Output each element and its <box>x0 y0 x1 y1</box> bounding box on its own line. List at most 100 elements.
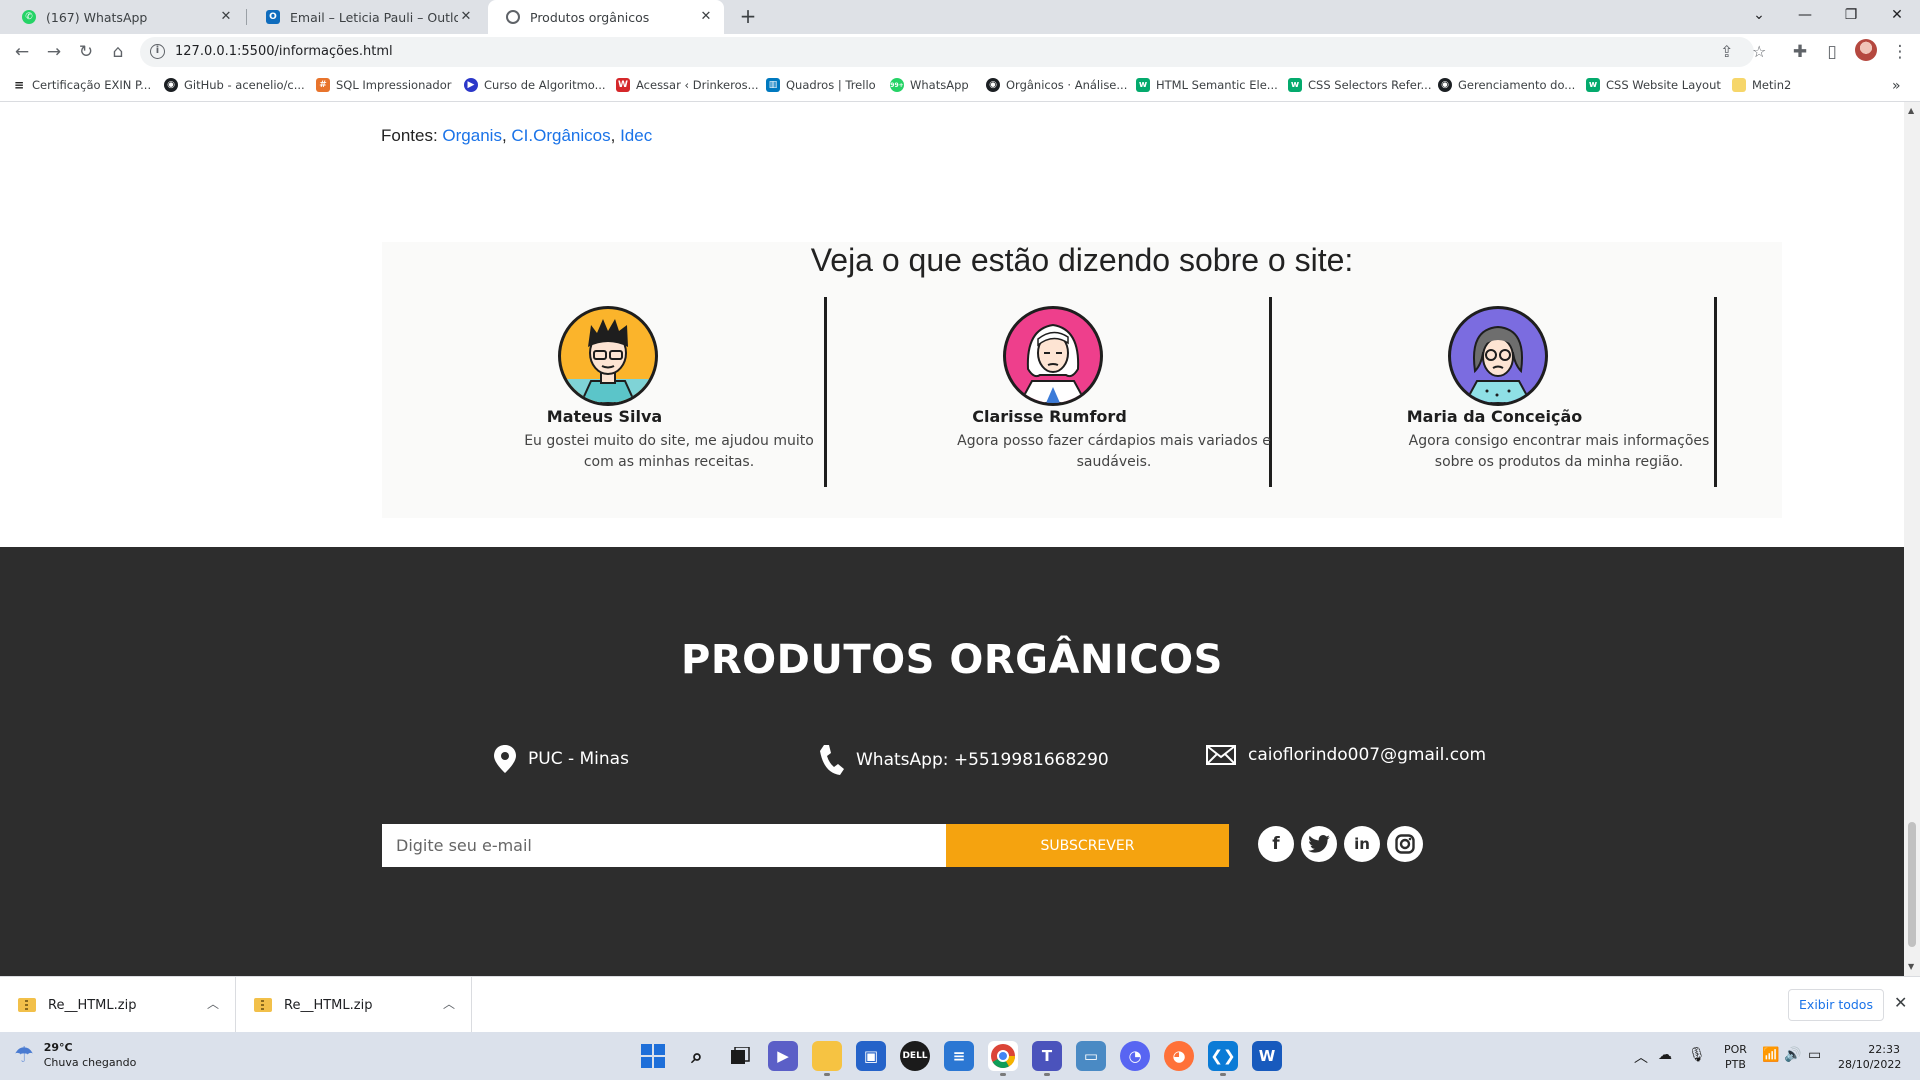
bookmark-item[interactable]: Metin2 <box>1732 78 1791 92</box>
bookmark-item[interactable]: ▥ Quadros | Trello <box>766 78 876 92</box>
remote-desktop-icon[interactable]: ▭ <box>1076 1041 1106 1071</box>
download-item[interactable]: Re__HTML.zip ︿ <box>236 977 472 1033</box>
bookmark-item[interactable]: w CSS Website Layout <box>1586 78 1721 92</box>
twitter-icon[interactable] <box>1301 826 1337 862</box>
home-icon[interactable]: ⌂ <box>106 40 130 64</box>
teams-icon[interactable]: T <box>1032 1041 1062 1076</box>
download-shelf: Re__HTML.zip ︿ Re__HTML.zip ︿ Exibir tod… <box>0 976 1920 1033</box>
microphone-icon[interactable]: 🎙 <box>1688 1047 1706 1063</box>
bookmark-item[interactable]: # SQL Impressionador <box>316 78 451 92</box>
bookmark-item[interactable]: W Acessar ‹ Drinkeros... <box>616 78 759 92</box>
close-icon[interactable]: ✕ <box>1894 993 1907 1012</box>
volume-icon[interactable]: 🔊 <box>1784 1047 1801 1063</box>
reload-icon[interactable]: ↻ <box>74 40 98 64</box>
close-window-icon[interactable]: ✕ <box>1874 0 1920 30</box>
word-icon[interactable]: W <box>1252 1041 1282 1071</box>
facebook-icon[interactable]: f <box>1258 826 1294 862</box>
newsletter-email-input[interactable] <box>382 824 946 867</box>
extensions-icon[interactable]: ✚ <box>1788 40 1812 64</box>
footer-brand: PRODUTOS ORGÂNICOS <box>681 637 1223 683</box>
firefox-icon[interactable]: ◕ <box>1164 1041 1194 1071</box>
tab-search-icon[interactable]: ⌄ <box>1736 0 1782 30</box>
close-icon[interactable]: ✕ <box>698 9 714 25</box>
minimize-icon[interactable]: — <box>1782 0 1828 30</box>
bookmark-star-icon[interactable]: ☆ <box>1752 42 1766 61</box>
teams-chat-icon[interactable]: ▶ <box>768 1041 798 1071</box>
source-link-ciorganicos[interactable]: CI.Orgânicos <box>511 126 610 145</box>
restore-icon[interactable]: ❐ <box>1828 0 1874 30</box>
bookmark-item[interactable]: 99+ WhatsApp <box>890 78 969 92</box>
linkedin-icon[interactable]: in <box>1344 826 1380 862</box>
file-explorer-icon[interactable] <box>812 1041 842 1076</box>
weather-widget[interactable]: ☂ 29°C Chuva chegando <box>14 1040 136 1070</box>
chevron-up-icon[interactable]: ︿ <box>443 995 455 1012</box>
newsletter-form: SUBSCREVER <box>382 824 1229 867</box>
tab-title: (167) WhatsApp <box>46 9 148 25</box>
sources-line: Fontes: Organis, CI.Orgânicos, Idec <box>381 126 653 145</box>
task-view-icon[interactable] <box>726 1041 756 1071</box>
w3schools-icon: w <box>1136 78 1150 92</box>
browser-toolbar: ← → ↻ ⌂ i 127.0.0.1:5500/informações.htm… <box>0 34 1920 70</box>
scrollbar-thumb[interactable] <box>1908 822 1916 947</box>
bookmark-item[interactable]: ◉ Orgânicos · Análise... <box>986 78 1127 92</box>
site-info-icon[interactable]: i <box>150 44 165 59</box>
subscribe-button[interactable]: SUBSCREVER <box>946 824 1229 867</box>
bookmark-item[interactable]: ◉ Gerenciamento do... <box>1438 78 1575 92</box>
bookmark-label: SQL Impressionador <box>336 78 452 92</box>
battery-icon[interactable]: ▭ <box>1808 1047 1821 1063</box>
close-icon[interactable]: ✕ <box>218 9 234 25</box>
bookmark-item[interactable]: w CSS Selectors Refer... <box>1288 78 1432 92</box>
close-icon[interactable]: ✕ <box>458 9 474 25</box>
chevron-up-icon[interactable]: ︿ <box>207 995 219 1012</box>
github-icon: ◉ <box>1438 78 1452 92</box>
testimonials-title: Veja o que estão dizendo sobre o site: <box>810 242 1354 278</box>
input-language[interactable]: POR PTB <box>1724 1042 1747 1072</box>
clock[interactable]: 22:33 28/10/2022 <box>1838 1042 1901 1072</box>
onedrive-icon[interactable]: ☁ <box>1658 1047 1672 1063</box>
url-text[interactable]: 127.0.0.1:5500/informações.html <box>175 44 393 59</box>
wifi-icon[interactable]: 📶 <box>1762 1047 1779 1063</box>
bookmark-label: WhatsApp <box>910 78 969 92</box>
tab-outlook[interactable]: O Email – Leticia Pauli – Outlook ✕ <box>248 0 484 34</box>
start-icon[interactable] <box>638 1041 668 1071</box>
chevron-up-icon[interactable]: ︿ <box>1634 1047 1648 1067</box>
windows-taskbar: ☂ 29°C Chuva chegando ⌕ ▶ ▣ DELL ≡ T ▭ ◔… <box>0 1032 1920 1080</box>
scroll-down-icon[interactable]: ▼ <box>1908 962 1914 971</box>
tab-produtos-organicos[interactable]: Produtos orgânicos ✕ <box>488 0 724 34</box>
vscode-icon[interactable]: ❮❯ <box>1208 1041 1238 1076</box>
testimonial-quote: Agora posso fazer cárdapios mais variado… <box>957 433 1271 470</box>
new-tab-button[interactable]: + <box>736 5 760 29</box>
site-footer: PRODUTOS ORGÂNICOS PUC - Minas WhatsApp:… <box>0 547 1904 976</box>
instagram-icon[interactable] <box>1387 826 1423 862</box>
discord-icon[interactable]: ◔ <box>1120 1041 1150 1071</box>
page-scrollbar[interactable]: ▲ ▼ <box>1904 102 1920 976</box>
testimonial-quote: Agora consigo encontrar mais informações… <box>1408 433 1710 470</box>
chrome-icon[interactable] <box>988 1041 1018 1076</box>
more-bookmarks-icon[interactable]: » <box>1892 78 1901 94</box>
profile-avatar[interactable] <box>1855 39 1877 61</box>
search-icon[interactable]: ⌕ <box>682 1041 712 1071</box>
page-viewport: Fontes: Organis, CI.Orgânicos, Idec Veja… <box>0 102 1904 976</box>
download-item[interactable]: Re__HTML.zip ︿ <box>0 977 236 1033</box>
bookmark-item[interactable]: ≡ Certificação EXIN P... <box>12 78 151 92</box>
menu-icon[interactable]: ⋮ <box>1888 40 1912 64</box>
contact-location: PUC - Minas <box>494 745 629 773</box>
bookmark-item[interactable]: ◉ GitHub - acenelio/c... <box>164 78 305 92</box>
source-link-idec[interactable]: Idec <box>620 126 652 145</box>
bookmark-item[interactable]: ▶ Curso de Algoritmo... <box>464 78 606 92</box>
store-icon[interactable]: ▣ <box>856 1041 886 1071</box>
tab-whatsapp[interactable]: ✆ (167) WhatsApp ✕ <box>4 0 244 34</box>
show-all-downloads-button[interactable]: Exibir todos <box>1788 989 1884 1021</box>
avatar <box>1003 306 1103 406</box>
share-icon[interactable]: ⇪ <box>1720 42 1733 61</box>
notepad-icon[interactable]: ≡ <box>944 1041 974 1071</box>
forward-icon[interactable]: → <box>42 40 66 64</box>
dell-icon[interactable]: DELL <box>900 1041 930 1071</box>
side-panel-icon[interactable]: ▯ <box>1820 40 1844 64</box>
address-bar[interactable]: i 127.0.0.1:5500/informações.html ⇪ ☆ <box>140 37 1766 67</box>
scroll-up-icon[interactable]: ▲ <box>1908 106 1914 115</box>
back-icon[interactable]: ← <box>10 40 34 64</box>
bookmark-item[interactable]: w HTML Semantic Ele... <box>1136 78 1278 92</box>
zip-file-icon <box>18 998 36 1012</box>
source-link-organis[interactable]: Organis <box>442 126 502 145</box>
